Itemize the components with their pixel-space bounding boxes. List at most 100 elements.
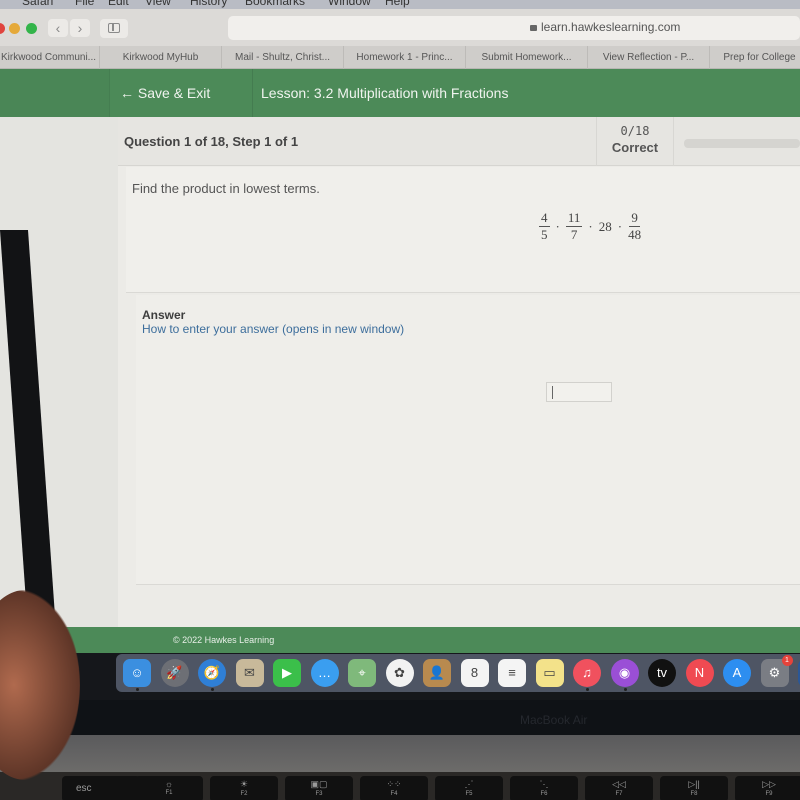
answer-input[interactable] [546,382,612,402]
chevron-right-icon: › [77,20,83,36]
chat-icon[interactable]: … [310,659,339,687]
fraction-term: 11 7 [565,210,583,242]
key-f7[interactable]: ◁◁ F7 [585,776,653,800]
denominator: 48 [628,227,642,242]
key-f5[interactable]: ⋰ F5 [435,776,503,800]
menu-safari[interactable]: Safari [22,0,53,8]
question-panel: Find the product in lowest terms. 4 5 · … [126,167,800,293]
score-box: 0/18 Correct [596,117,674,166]
list-icon[interactable]: ≡ [498,659,526,687]
back-button[interactable]: ‹ [48,19,68,37]
music-icon[interactable]: ♫ [573,659,601,687]
save-exit-button[interactable]: ← Save & Exit Certify [120,69,253,149]
photos-icon[interactable]: ✿ [385,659,414,687]
gear-icon[interactable]: ⚙ 1 [760,655,793,687]
minimize-window-button[interactable] [9,23,20,34]
lock-icon [530,25,537,31]
tab-view-reflection[interactable]: View Reflection - P... [588,46,710,69]
integer-term: 28 [598,218,612,234]
key-f3[interactable]: ▣▢ F3 [285,776,353,800]
notes-icon[interactable]: ▭ [535,659,564,687]
tab-prep-for-college[interactable]: Prep for College [710,46,800,69]
key-label: F2 [240,791,248,797]
question-instruction: Find the product in lowest terms. [132,181,320,196]
key-f1[interactable]: ☼ F1 [135,776,203,800]
menu-bookmarks[interactable]: Bookmarks [245,0,305,8]
question-title: Question 1 of 18, Step 1 of 1 [124,134,299,149]
key-label: F9 [765,791,773,797]
url-display[interactable]: learn.hawkeslearning.com [530,20,680,34]
contacts-icon[interactable]: 👤 [423,659,451,687]
device-label: MacBook Air [520,713,588,727]
key-label: F1 [165,790,173,796]
tv-icon[interactable]: tv [648,659,676,687]
answer-panel: Answer How to enter your answer (opens i… [136,295,800,585]
key-symbol-icon: ☼ [164,779,174,789]
running-indicator [586,688,589,691]
key-label: F6 [540,791,548,797]
question-content: Question 1 of 18, Step 1 of 1 0/18 Corre… [118,117,800,627]
key-label: F3 [315,791,323,797]
text-caret [552,386,553,399]
stamp-icon[interactable]: ✉ [235,659,264,687]
finder-icon[interactable]: ☺ [123,659,151,687]
menu-view[interactable]: View [145,0,171,8]
menu-edit[interactable]: Edit [108,0,129,8]
zoom-window-button[interactable] [26,23,37,34]
lesson-title: Lesson: 3.2 Multiplication with Fraction… [261,85,509,101]
video-icon[interactable]: ▶ [273,659,301,687]
key-f9[interactable]: ▷▷ F9 [735,776,800,800]
tab-submit-homework[interactable]: Submit Homework... [466,46,588,69]
key-symbol-icon: ◁◁ [612,779,626,789]
forward-button[interactable]: › [70,19,90,37]
key-symbol-icon: ⋰ [464,779,474,789]
key-symbol-icon: ▷▷ [762,779,776,789]
menu-window[interactable]: Window [328,0,371,8]
close-window-button[interactable] [0,23,5,34]
map-icon[interactable]: ⌖ [348,659,376,687]
key-symbol-icon: ⁘⁘ [386,779,402,789]
key-symbol-icon: ☀ [239,779,249,789]
tab-mail[interactable]: Mail - Shultz, Christ... [222,46,344,69]
tab-homework-1[interactable]: Homework 1 - Princ... [344,46,466,69]
dock: ☺🚀🧭✉▶…⌖✿👤8≡▭♫◉tvNA⚙1W [116,654,800,692]
key-esc[interactable]: esc [62,776,140,800]
progress-bar [684,139,800,148]
sidebar-toggle-button[interactable] [100,19,128,38]
key-f2[interactable]: ☀ F2 [210,776,278,800]
copyright-text: © 2022 Hawkes Learning [173,635,275,645]
running-indicator [136,688,139,691]
numerator: 4 [539,210,550,227]
compass-icon[interactable]: 🧭 [198,659,226,687]
question-header: Question 1 of 18, Step 1 of 1 0/18 Corre… [118,117,800,166]
menu-history[interactable]: History [190,0,227,8]
key-f6[interactable]: ⋱ F6 [510,776,578,800]
tab-kirkwood-community[interactable]: Kirkwood Communi... [0,46,100,69]
menu-help[interactable]: Help [385,0,410,8]
news-icon[interactable]: N [685,659,714,687]
denominator: 7 [570,227,578,242]
tab-kirkwood-myhub[interactable]: Kirkwood MyHub [100,46,222,69]
calendar-icon[interactable]: 8 [460,659,489,687]
page-footer: © 2022 Hawkes Learning [45,627,800,653]
menu-file[interactable]: File [75,0,94,8]
numerator: 11 [565,210,583,227]
answer-help-link[interactable]: How to enter your answer (opens in new w… [142,322,404,336]
macos-menu-bar: Safari File Edit View History Bookmarks … [0,0,800,9]
key-f8[interactable]: ▷|| F8 [660,776,728,800]
score-label: Correct [611,140,659,155]
screen: Safari File Edit View History Bookmarks … [0,0,800,800]
address-bar[interactable]: learn.hawkeslearning.com [228,16,800,40]
fraction-term: 9 48 [628,211,641,242]
podcast-icon[interactable]: ◉ [610,659,639,687]
arrow-left-icon: ← [120,85,134,101]
key-symbol-icon: ▷|| [688,779,700,789]
key-symbol-icon: ⋱ [539,779,549,789]
key-label: F4 [390,791,398,797]
answer-label: Answer [142,308,186,322]
header-spacer [0,69,110,117]
key-f4[interactable]: ⁘⁘ F4 [360,776,428,800]
rocket-icon[interactable]: 🚀 [160,659,189,687]
math-expression: 4 5 · 11 7 · 28 · 9 48 [536,211,644,242]
appstore-icon[interactable]: A [723,659,751,687]
